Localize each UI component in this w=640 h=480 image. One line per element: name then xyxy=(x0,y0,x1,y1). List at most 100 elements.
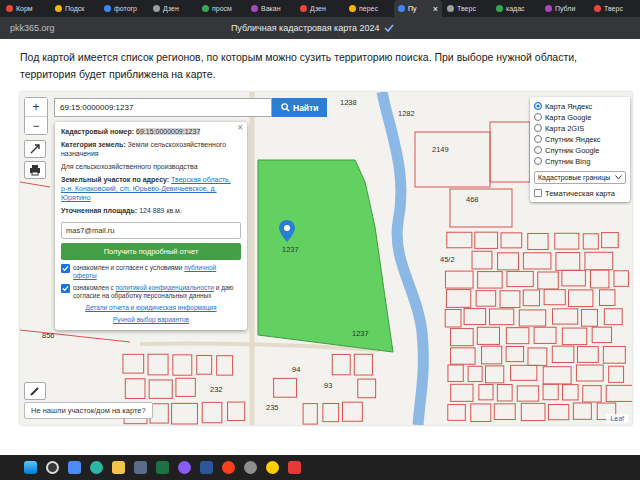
parcel[interactable] xyxy=(562,270,585,286)
parcel[interactable] xyxy=(173,355,192,375)
parcel[interactable] xyxy=(217,356,233,375)
browser-tab[interactable]: Вакан xyxy=(247,0,295,17)
parcel[interactable] xyxy=(478,272,503,289)
parcel[interactable] xyxy=(303,404,317,424)
parcel[interactable] xyxy=(354,354,372,375)
edge-icon[interactable] xyxy=(90,461,103,474)
parcel[interactable] xyxy=(609,366,624,382)
parcel[interactable] xyxy=(197,355,212,374)
search-icon[interactable] xyxy=(46,461,59,474)
parcel[interactable] xyxy=(448,405,466,421)
parcel[interactable] xyxy=(576,365,603,381)
browser-tab[interactable]: кадас xyxy=(492,0,540,17)
thematic-checkbox[interactable]: Тематическая карта xyxy=(534,188,626,198)
parcel[interactable] xyxy=(123,354,144,373)
zoom-in-button[interactable]: + xyxy=(25,98,47,116)
parcel[interactable] xyxy=(448,365,463,381)
browser-tab[interactable]: перес xyxy=(345,0,393,17)
parcel[interactable] xyxy=(606,385,632,401)
email-input[interactable]: mas7@mail.ru xyxy=(61,222,241,239)
parcel[interactable] xyxy=(479,384,493,399)
browser-icon[interactable] xyxy=(266,461,279,474)
browser-tab[interactable]: Корм xyxy=(2,0,50,17)
popup-link[interactable]: Детали отчета и юридическая информация xyxy=(61,304,241,312)
parcel[interactable] xyxy=(582,309,598,326)
parcel[interactable] xyxy=(450,189,512,227)
widgets-icon[interactable] xyxy=(68,461,81,474)
parcel[interactable] xyxy=(149,380,172,398)
parcel[interactable] xyxy=(523,290,539,306)
parcel[interactable] xyxy=(517,386,538,401)
start-icon[interactable] xyxy=(24,461,37,474)
parcel[interactable] xyxy=(563,385,579,400)
map-pin-icon[interactable] xyxy=(279,220,295,242)
draw-button[interactable] xyxy=(24,382,46,400)
parcel[interactable] xyxy=(482,346,502,364)
parcel[interactable] xyxy=(202,402,222,422)
parcel[interactable] xyxy=(323,403,339,421)
parcel[interactable] xyxy=(556,253,580,271)
parcel[interactable] xyxy=(451,348,476,364)
parcel[interactable] xyxy=(600,290,615,306)
parcel[interactable] xyxy=(125,379,145,399)
settings-icon[interactable] xyxy=(244,461,257,474)
parcel[interactable] xyxy=(148,354,168,375)
parcel[interactable] xyxy=(172,403,198,424)
browser-tab[interactable]: Дзен xyxy=(149,0,197,17)
parcel[interactable] xyxy=(472,251,492,269)
parcel[interactable] xyxy=(501,233,522,248)
parcel[interactable] xyxy=(614,271,628,287)
parcel[interactable] xyxy=(555,233,579,249)
url-field[interactable]: pkk365.org xyxy=(10,23,55,33)
parcel[interactable] xyxy=(445,271,473,288)
parcel[interactable] xyxy=(562,328,586,345)
parcel[interactable] xyxy=(451,384,473,401)
parcel[interactable] xyxy=(543,384,558,399)
selected-parcel[interactable] xyxy=(258,160,393,352)
help-button[interactable]: Не нашли участок/дом на карте? xyxy=(24,402,153,419)
parcel[interactable] xyxy=(528,348,547,365)
popup-link[interactable]: Ручной выбор вариантов xyxy=(61,316,241,324)
zoom-out-button[interactable]: − xyxy=(25,116,47,134)
parcel[interactable] xyxy=(447,232,472,247)
parcel[interactable] xyxy=(583,386,601,402)
browser-tab[interactable]: Тверс xyxy=(443,0,491,17)
parcel[interactable] xyxy=(476,291,496,307)
parcel[interactable] xyxy=(585,252,613,269)
report-button[interactable]: Получить подробный отчет xyxy=(61,243,241,260)
alice-icon[interactable] xyxy=(178,461,191,474)
parcel[interactable] xyxy=(477,327,499,344)
browser-tab[interactable]: Подск xyxy=(51,0,99,17)
excel-icon[interactable] xyxy=(156,461,169,474)
search-input[interactable]: 69:15:0000009:1237 xyxy=(54,98,272,117)
parcel[interactable] xyxy=(445,309,461,327)
parcel[interactable] xyxy=(592,327,611,342)
parcel[interactable] xyxy=(604,309,622,325)
agreement-checkbox[interactable]: ознакомлен и согласен с условиями публич… xyxy=(61,264,241,280)
parcel[interactable] xyxy=(523,253,551,269)
parcel[interactable] xyxy=(490,122,530,182)
parcel[interactable] xyxy=(358,379,376,398)
parcel[interactable] xyxy=(538,272,559,289)
parcel[interactable] xyxy=(577,347,598,363)
layer-option[interactable]: Спутник Google xyxy=(534,145,626,155)
parcel[interactable] xyxy=(471,404,491,422)
parcel[interactable] xyxy=(548,405,568,420)
parcel[interactable] xyxy=(498,253,519,270)
yandex-icon[interactable] xyxy=(222,461,235,474)
layer-option[interactable]: Карта 2GIS xyxy=(534,123,626,133)
parcel[interactable] xyxy=(494,404,515,420)
parcel[interactable] xyxy=(464,309,486,325)
fullscreen-button[interactable] xyxy=(24,140,46,158)
parcel[interactable] xyxy=(544,290,565,305)
browser-tab[interactable]: Дзен xyxy=(296,0,344,17)
parcel[interactable] xyxy=(342,402,362,421)
search-button[interactable]: Найти xyxy=(272,98,327,117)
parcel[interactable] xyxy=(150,404,168,423)
map[interactable]: 1238128221494681237123745/29493232235856… xyxy=(20,92,632,425)
browser-tab[interactable]: просм xyxy=(198,0,246,17)
parcel[interactable] xyxy=(507,271,533,286)
parcel[interactable] xyxy=(569,290,593,307)
parcel[interactable] xyxy=(228,402,245,420)
parcel[interactable] xyxy=(521,403,545,420)
